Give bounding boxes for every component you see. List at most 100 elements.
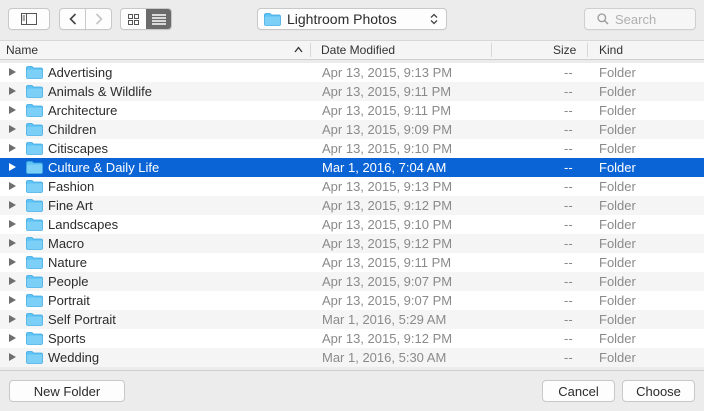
disclosure-triangle-icon[interactable] (9, 239, 16, 247)
item-size: -- (564, 331, 573, 346)
list-item[interactable]: Advertising Apr 13, 2015, 9:13 PM -- Folder (0, 63, 704, 82)
list-item[interactable]: Citiscapes Apr 13, 2015, 9:10 PM -- Folder (0, 139, 704, 158)
item-kind: Folder (599, 84, 636, 99)
back-button[interactable] (60, 9, 85, 29)
item-kind: Folder (599, 255, 636, 270)
list-item[interactable]: Wedding Mar 1, 2016, 5:30 AM -- Folder (0, 348, 704, 367)
disclosure-triangle-icon[interactable] (9, 87, 16, 95)
column-divider (310, 43, 311, 57)
item-date-modified: Apr 13, 2015, 9:12 PM (322, 331, 453, 346)
item-size: -- (564, 350, 573, 365)
column-size-header[interactable]: Size (553, 43, 576, 57)
new-folder-button[interactable]: New Folder (9, 380, 125, 402)
folder-icon (26, 313, 43, 326)
folder-icon (26, 351, 43, 364)
list-item[interactable]: Animals & Wildlife Apr 13, 2015, 9:11 PM -… (0, 82, 704, 101)
item-date-modified: Apr 13, 2015, 9:09 PM (322, 122, 453, 137)
list-item[interactable]: Portrait Apr 13, 2015, 9:07 PM -- Folder (0, 291, 704, 310)
choose-button[interactable]: Choose (622, 380, 695, 402)
disclosure-triangle-icon[interactable] (9, 144, 16, 152)
disclosure-triangle-icon[interactable] (9, 201, 16, 209)
folder-icon (26, 142, 43, 155)
item-size: -- (564, 217, 573, 232)
item-kind: Folder (599, 122, 636, 137)
sidebar-icon (21, 13, 37, 25)
item-size: -- (564, 255, 573, 270)
disclosure-triangle-icon[interactable] (9, 163, 16, 171)
disclosure-triangle-icon[interactable] (9, 68, 16, 76)
column-header: Name Date Modified Size Kind (0, 40, 704, 60)
item-date-modified: Apr 13, 2015, 9:11 PM (322, 255, 452, 270)
disclosure-triangle-icon[interactable] (9, 106, 16, 114)
column-date-header[interactable]: Date Modified (321, 43, 395, 57)
item-name: Wedding (48, 350, 100, 365)
item-date-modified: Apr 13, 2015, 9:10 PM (322, 141, 453, 156)
item-size: -- (564, 84, 573, 99)
item-date-modified: Apr 13, 2015, 9:13 PM (322, 179, 453, 194)
list-item[interactable]: Sports Apr 13, 2015, 9:12 PM -- Folder (0, 329, 704, 348)
list-item[interactable]: Landscapes Apr 13, 2015, 9:10 PM -- Folder (0, 215, 704, 234)
list-item[interactable]: Fashion Apr 13, 2015, 9:13 PM -- Folder (0, 177, 704, 196)
item-kind: Folder (599, 350, 636, 365)
search-icon (597, 13, 609, 25)
location-label: Lightroom Photos (287, 11, 397, 27)
list-item[interactable]: Macro Apr 13, 2015, 9:12 PM -- Folder (0, 234, 704, 253)
disclosure-triangle-icon[interactable] (9, 182, 16, 190)
folder-icon (264, 12, 281, 26)
icon-view-button[interactable] (121, 9, 146, 29)
item-name: Fine Art (48, 198, 93, 213)
updown-chevron-icon (430, 13, 438, 25)
column-name-header[interactable]: Name (6, 43, 38, 57)
item-date-modified: Apr 13, 2015, 9:11 PM (322, 103, 452, 118)
item-size: -- (564, 160, 573, 175)
item-name: Sports (48, 331, 86, 346)
item-date-modified: Apr 13, 2015, 9:07 PM (322, 274, 453, 289)
item-size: -- (564, 103, 573, 118)
item-size: -- (564, 274, 573, 289)
grid-icon (128, 13, 139, 25)
location-popup[interactable]: Lightroom Photos (257, 8, 447, 30)
item-date-modified: Apr 13, 2015, 9:13 PM (322, 65, 453, 80)
disclosure-triangle-icon[interactable] (9, 353, 16, 361)
item-name: Self Portrait (48, 312, 116, 327)
item-date-modified: Apr 13, 2015, 9:12 PM (322, 198, 453, 213)
list-item[interactable]: Culture & Daily Life Mar 1, 2016, 7:04 AM… (0, 158, 704, 177)
bottom-bar: New Folder Cancel Choose (0, 370, 704, 411)
disclosure-triangle-icon[interactable] (9, 296, 16, 304)
column-kind-header[interactable]: Kind (599, 43, 623, 57)
sidebar-toggle-button[interactable] (8, 8, 50, 30)
item-name: Portrait (48, 293, 90, 308)
folder-icon (26, 294, 43, 307)
disclosure-triangle-icon[interactable] (9, 125, 16, 133)
disclosure-triangle-icon[interactable] (9, 315, 16, 323)
toolbar: Lightroom Photos Search (0, 0, 704, 40)
item-name: Citiscapes (48, 141, 108, 156)
disclosure-triangle-icon[interactable] (9, 258, 16, 266)
folder-icon (26, 218, 43, 231)
cancel-button[interactable]: Cancel (542, 380, 615, 402)
list-item[interactable]: Children Apr 13, 2015, 9:09 PM -- Folder (0, 120, 704, 139)
list-item[interactable]: Nature Apr 13, 2015, 9:11 PM -- Folder (0, 253, 704, 272)
item-size: -- (564, 179, 573, 194)
back-forward-group (59, 8, 112, 30)
disclosure-triangle-icon[interactable] (9, 277, 16, 285)
list-item[interactable]: People Apr 13, 2015, 9:07 PM -- Folder (0, 272, 704, 291)
disclosure-triangle-icon[interactable] (9, 220, 16, 228)
forward-button[interactable] (85, 9, 111, 29)
chevron-left-icon (69, 13, 76, 25)
folder-icon (26, 104, 43, 117)
item-kind: Folder (599, 160, 636, 175)
item-size: -- (564, 198, 573, 213)
item-name: Architecture (48, 103, 118, 118)
item-name: People (48, 274, 89, 289)
sort-ascending-icon (294, 46, 303, 53)
item-kind: Folder (599, 141, 636, 156)
list-item[interactable]: Architecture Apr 13, 2015, 9:11 PM -- Folde… (0, 101, 704, 120)
item-size: -- (564, 65, 573, 80)
list-view-button[interactable] (146, 9, 171, 29)
list-item[interactable]: Fine Art Apr 13, 2015, 9:12 PM -- Folder (0, 196, 704, 215)
disclosure-triangle-icon[interactable] (9, 334, 16, 342)
folder-icon (26, 237, 43, 250)
search-field[interactable]: Search (584, 8, 696, 30)
list-item[interactable]: Self Portrait Mar 1, 2016, 5:29 AM -- Folde… (0, 310, 704, 329)
